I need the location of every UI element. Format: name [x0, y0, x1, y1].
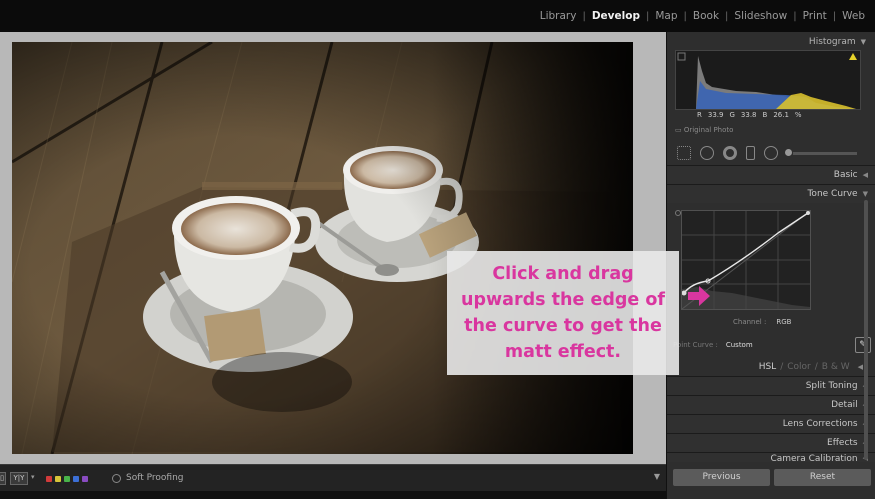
photo-icon: ▭	[675, 126, 684, 134]
blue-label-icon[interactable]	[73, 476, 79, 482]
camera-calibration-label: Camera Calibration	[770, 454, 858, 462]
spot-removal-icon[interactable]	[700, 146, 714, 160]
reset-button[interactable]: Reset	[774, 469, 871, 486]
section-tone-curve[interactable]: Tone Curve ▼	[667, 184, 875, 203]
module-web[interactable]: Web	[836, 10, 871, 22]
channel-label: Channel :	[733, 318, 767, 326]
section-lens-corrections[interactable]: Lens Corrections◀	[667, 414, 875, 433]
panel-scrollbar[interactable]	[864, 200, 868, 460]
edit-point-curve-icon[interactable]: ✎	[855, 337, 871, 353]
instruction-text: Click and drag upwards the edge of the c…	[461, 264, 665, 362]
original-photo-label: ▭ Original Photo	[675, 126, 733, 134]
lens-corrections-label: Lens Corrections	[782, 419, 858, 429]
previous-button[interactable]: Previous	[673, 469, 770, 486]
effects-label: Effects	[827, 438, 858, 448]
section-basic[interactable]: Basic ◀	[667, 165, 875, 184]
channel-value: RGB	[776, 318, 792, 326]
percent-unit: %	[794, 111, 802, 119]
module-develop[interactable]: Develop	[586, 10, 646, 22]
histogram-header[interactable]: Histogram ▼	[667, 32, 875, 51]
targeted-adjust-icon[interactable]	[675, 210, 681, 216]
module-slideshow[interactable]: Slideshow	[728, 10, 793, 22]
r-label: R	[697, 111, 702, 119]
bottom-toolbar: ▯ Y|Y ▾ Soft Proofing ▼	[0, 464, 666, 491]
tone-curve-label: Tone Curve	[807, 189, 858, 199]
toolbar-menu-chevron-icon[interactable]: ▼	[654, 472, 660, 481]
tab-separator: /	[780, 362, 784, 372]
point-curve-selector[interactable]: Point Curve : Custom	[673, 338, 863, 352]
g-label: G	[729, 111, 735, 119]
instruction-callout: Click and drag upwards the edge of the c…	[447, 251, 679, 375]
original-photo-text: Original Photo	[683, 126, 734, 134]
channel-selector[interactable]: Channel : RGB	[733, 318, 791, 326]
tab-hsl[interactable]: HSL	[759, 362, 777, 372]
soft-proofing-checkbox[interactable]	[112, 473, 121, 483]
panel-buttons: Previous Reset	[673, 469, 871, 486]
soft-proofing-label: Soft Proofing	[126, 473, 184, 483]
chevron-down-icon[interactable]: ▾	[31, 473, 35, 481]
graduated-filter-icon[interactable]	[746, 146, 755, 160]
pointer-arrow-icon	[688, 286, 710, 306]
tab-color[interactable]: Color	[787, 362, 811, 372]
collapse-triangle-icon: ▼	[862, 190, 868, 198]
basic-label: Basic	[833, 170, 858, 180]
detail-label: Detail	[831, 400, 858, 410]
collapse-triangle-icon: ◀	[857, 363, 863, 371]
point-curve-value: Custom	[725, 341, 753, 349]
filmstrip-edge	[0, 491, 666, 499]
module-print[interactable]: Print	[797, 10, 833, 22]
rgb-readout: R 33.9 G 33.8 B 26.1 %	[697, 111, 802, 119]
section-detail[interactable]: Detail◀	[667, 395, 875, 414]
b-value: 26.1	[773, 111, 789, 119]
loupe-view	[0, 32, 666, 464]
red-label-icon[interactable]	[46, 476, 52, 482]
module-library[interactable]: Library	[534, 10, 583, 22]
before-after-button[interactable]: Y|Y	[10, 472, 28, 485]
brush-slider[interactable]	[785, 148, 857, 156]
collapse-triangle-icon: ◀	[862, 171, 868, 179]
crop-grid-icon[interactable]	[677, 146, 691, 160]
develop-right-panel: Histogram ▼ R 33.9 G 33.8 B 26.1 % ▭ Ori…	[666, 32, 875, 499]
module-map[interactable]: Map	[649, 10, 683, 22]
histogram-graph	[676, 51, 860, 109]
tab-separator: /	[814, 362, 818, 372]
coffee-cups-photo	[12, 42, 633, 454]
split-toning-label: Split Toning	[805, 381, 858, 391]
module-book[interactable]: Book	[687, 10, 725, 22]
color-label-set	[46, 476, 88, 482]
red-eye-icon[interactable]	[723, 146, 737, 160]
collapse-triangle-icon: ▼	[860, 37, 866, 46]
histogram-label: Histogram	[808, 36, 856, 47]
section-effects[interactable]: Effects◀	[667, 433, 875, 452]
yellow-label-icon[interactable]	[55, 476, 61, 482]
r-value: 33.9	[707, 111, 724, 119]
soft-proofing-toggle[interactable]: Soft Proofing	[112, 473, 184, 483]
module-picker-bar: Library | Develop | Map | Book | Slidesh…	[0, 0, 875, 32]
g-value: 33.8	[740, 111, 757, 119]
section-split-toning[interactable]: Split Toning◀	[667, 376, 875, 395]
point-curve-label: Point Curve :	[673, 341, 718, 349]
module-picker: Library | Develop | Map | Book | Slidesh…	[534, 10, 871, 22]
hsl-tabs: HSL / Color / B & W ◀	[671, 358, 871, 376]
curve-endpoint-handle[interactable]	[806, 211, 810, 215]
radial-filter-icon[interactable]	[764, 146, 778, 160]
photo-preview[interactable]	[12, 42, 633, 454]
section-camera-calibration[interactable]: Camera Calibration◀	[667, 452, 875, 462]
tab-bw[interactable]: B & W	[822, 362, 850, 372]
purple-label-icon[interactable]	[82, 476, 88, 482]
loupe-view-button[interactable]: ▯	[0, 472, 6, 485]
green-label-icon[interactable]	[64, 476, 70, 482]
b-label: B	[762, 111, 768, 119]
histogram-chart[interactable]	[675, 50, 861, 110]
tool-strip	[673, 142, 861, 164]
